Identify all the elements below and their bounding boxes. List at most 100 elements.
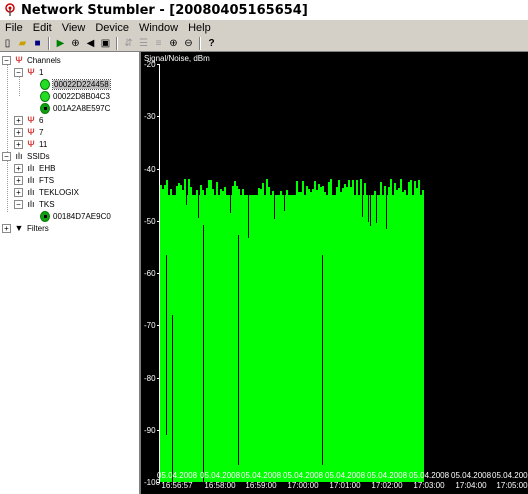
- y-tick: [157, 168, 160, 170]
- menu-window[interactable]: Window: [134, 22, 183, 34]
- tree-node-filters[interactable]: + ▼ Filters: [2, 222, 49, 234]
- tree-node-channel-1[interactable]: − Ψ 1: [14, 66, 43, 78]
- tree-node-ssid-ehb[interactable]: + ılı EHB: [14, 162, 55, 174]
- signal-dropout: [376, 194, 377, 223]
- tree-label: 001A2A8E597C: [53, 103, 111, 113]
- expand-icon[interactable]: +: [14, 115, 23, 125]
- menu-device[interactable]: Device: [90, 22, 134, 34]
- expand-icon[interactable]: +: [14, 139, 23, 149]
- tree-label: Filters: [27, 223, 49, 233]
- menu-view[interactable]: View: [57, 22, 91, 34]
- signal-sample: [202, 189, 204, 195]
- x-tick-label: 05.04.2008 16:58:00: [200, 471, 241, 490]
- locked-signal-icon: [40, 102, 50, 114]
- signal-dropout: [322, 254, 323, 465]
- tree-node-ssid-tks[interactable]: − ılı TKS: [14, 198, 55, 210]
- y-tick-label: -90: [144, 425, 156, 435]
- save-icon[interactable]: ■: [31, 37, 44, 50]
- open-icon[interactable]: ▰: [16, 37, 29, 50]
- settings-icon[interactable]: ▣: [99, 37, 112, 50]
- tree-node-tks-ap[interactable]: 00184D7AE9C0: [40, 210, 111, 222]
- signal-dropout: [386, 194, 387, 229]
- x-tick-label: 05.04.2008 17:00:00: [283, 471, 324, 490]
- signal-sample: [418, 179, 420, 195]
- toolbar: ▯ ▰ ■ ▶ ⊕ ◀ ▣ ⇵ ☰ ≡ ⊕ ⊖ ?: [0, 35, 528, 52]
- signal-sample: [224, 186, 226, 195]
- play-icon[interactable]: ▶: [54, 37, 67, 50]
- signal-dropout: [230, 194, 231, 213]
- signal-sample: [190, 186, 192, 195]
- menu-file[interactable]: File: [0, 22, 28, 34]
- expand-icon[interactable]: +: [14, 175, 23, 185]
- signal-graph: Signal/Noise, dBm -20 -30 -40 -50 -60 -70 -80-…: [141, 52, 528, 494]
- signal-dropout: [368, 194, 369, 222]
- tree-label: SSIDs: [27, 151, 50, 161]
- tree-node-ssid-fts[interactable]: + ılı FTS: [14, 174, 54, 186]
- tree-label: Channels: [27, 55, 61, 65]
- signal-sample: [360, 178, 362, 195]
- expand-icon[interactable]: +: [14, 187, 23, 197]
- tree-label: 00022D8B04C3: [53, 91, 110, 101]
- signal-dropout: [274, 194, 275, 219]
- green-signal-icon: [40, 90, 50, 102]
- toolbar-separator: [48, 36, 50, 50]
- tree-label: 00022D224458: [52, 78, 111, 90]
- x-tick-label: 05.04.200817:05:00: [492, 471, 528, 490]
- y-tick-label: -40: [144, 164, 156, 174]
- tree-node-ap-2[interactable]: 00022D8B04C3: [40, 90, 110, 102]
- ssid-group-icon: ılı: [15, 151, 23, 161]
- y-tick-label: -80: [144, 373, 156, 383]
- zoom-out-icon[interactable]: ⊖: [182, 37, 195, 50]
- tree-panel[interactable]: − Ψ Channels − Ψ 1 00022D224458 00022D8B…: [0, 52, 141, 494]
- arrange-icon[interactable]: ⇵: [122, 37, 135, 50]
- collapse-icon[interactable]: −: [2, 55, 11, 65]
- expand-icon[interactable]: +: [14, 127, 23, 137]
- tree-node-channel-11[interactable]: + Ψ 11: [14, 138, 47, 150]
- signal-sample: [268, 186, 270, 195]
- signal-dropout: [248, 194, 249, 238]
- antenna-icon: Ψ: [27, 67, 35, 77]
- menu-edit[interactable]: Edit: [28, 22, 57, 34]
- signal-dropout: [370, 194, 371, 226]
- collapse-icon[interactable]: −: [14, 199, 23, 209]
- signal-sample: [390, 178, 392, 195]
- signal-dropout: [166, 254, 167, 435]
- tree-node-ssids[interactable]: − ılı SSIDs: [2, 150, 50, 162]
- x-tick-label: 05.04.2008 17:04:00: [451, 471, 492, 490]
- collapse-icon[interactable]: −: [2, 151, 11, 161]
- x-tick-label: 05.04.2008 16:56:57: [157, 471, 198, 490]
- toolbar-separator: [116, 36, 118, 50]
- collapse-icon[interactable]: −: [14, 67, 23, 77]
- ssid-icon: ılı: [27, 199, 35, 209]
- signal-sample: [262, 182, 264, 195]
- speaker-icon[interactable]: ◀: [84, 37, 97, 50]
- signal-bar: [160, 194, 424, 482]
- tree-node-ap-3[interactable]: 001A2A8E597C: [40, 102, 110, 114]
- tree-node-channel-6[interactable]: + Ψ 6: [14, 114, 43, 126]
- tree-node-ap-1[interactable]: 00022D224458: [40, 78, 111, 90]
- expand-icon[interactable]: +: [2, 223, 11, 233]
- signal-sample: [280, 190, 282, 195]
- expand-icon[interactable]: +: [14, 163, 23, 173]
- green-signal-icon: [40, 78, 50, 90]
- toolbar-separator: [199, 36, 201, 50]
- title-bar: Network Stumbler - [20080405165654]: [0, 0, 528, 20]
- tree-node-channels[interactable]: − Ψ Channels: [2, 54, 61, 66]
- tree-node-channel-7[interactable]: + Ψ 7: [14, 126, 43, 138]
- zoom-in-icon[interactable]: ⊕: [167, 37, 180, 50]
- gps-icon[interactable]: ⊕: [69, 37, 82, 50]
- tree-view-icon[interactable]: ☰: [137, 37, 150, 50]
- new-icon[interactable]: ▯: [1, 37, 14, 50]
- antenna-icon: Ψ: [27, 127, 35, 137]
- menu-help[interactable]: Help: [183, 22, 216, 34]
- list-view-icon[interactable]: ≡: [152, 37, 165, 50]
- signal-sample: [404, 189, 406, 195]
- help-icon[interactable]: ?: [205, 37, 218, 50]
- x-tick-label: 05.04.2008 17:01:00: [325, 471, 366, 490]
- signal-dropout: [203, 224, 204, 482]
- signal-sample: [286, 189, 288, 195]
- y-tick-label: -70: [144, 321, 156, 331]
- tree-node-ssid-teklogix[interactable]: + ılı TEKLOGIX: [14, 186, 79, 198]
- menu-bar: File Edit View Device Window Help: [0, 20, 528, 35]
- locked-signal-icon: [40, 210, 50, 222]
